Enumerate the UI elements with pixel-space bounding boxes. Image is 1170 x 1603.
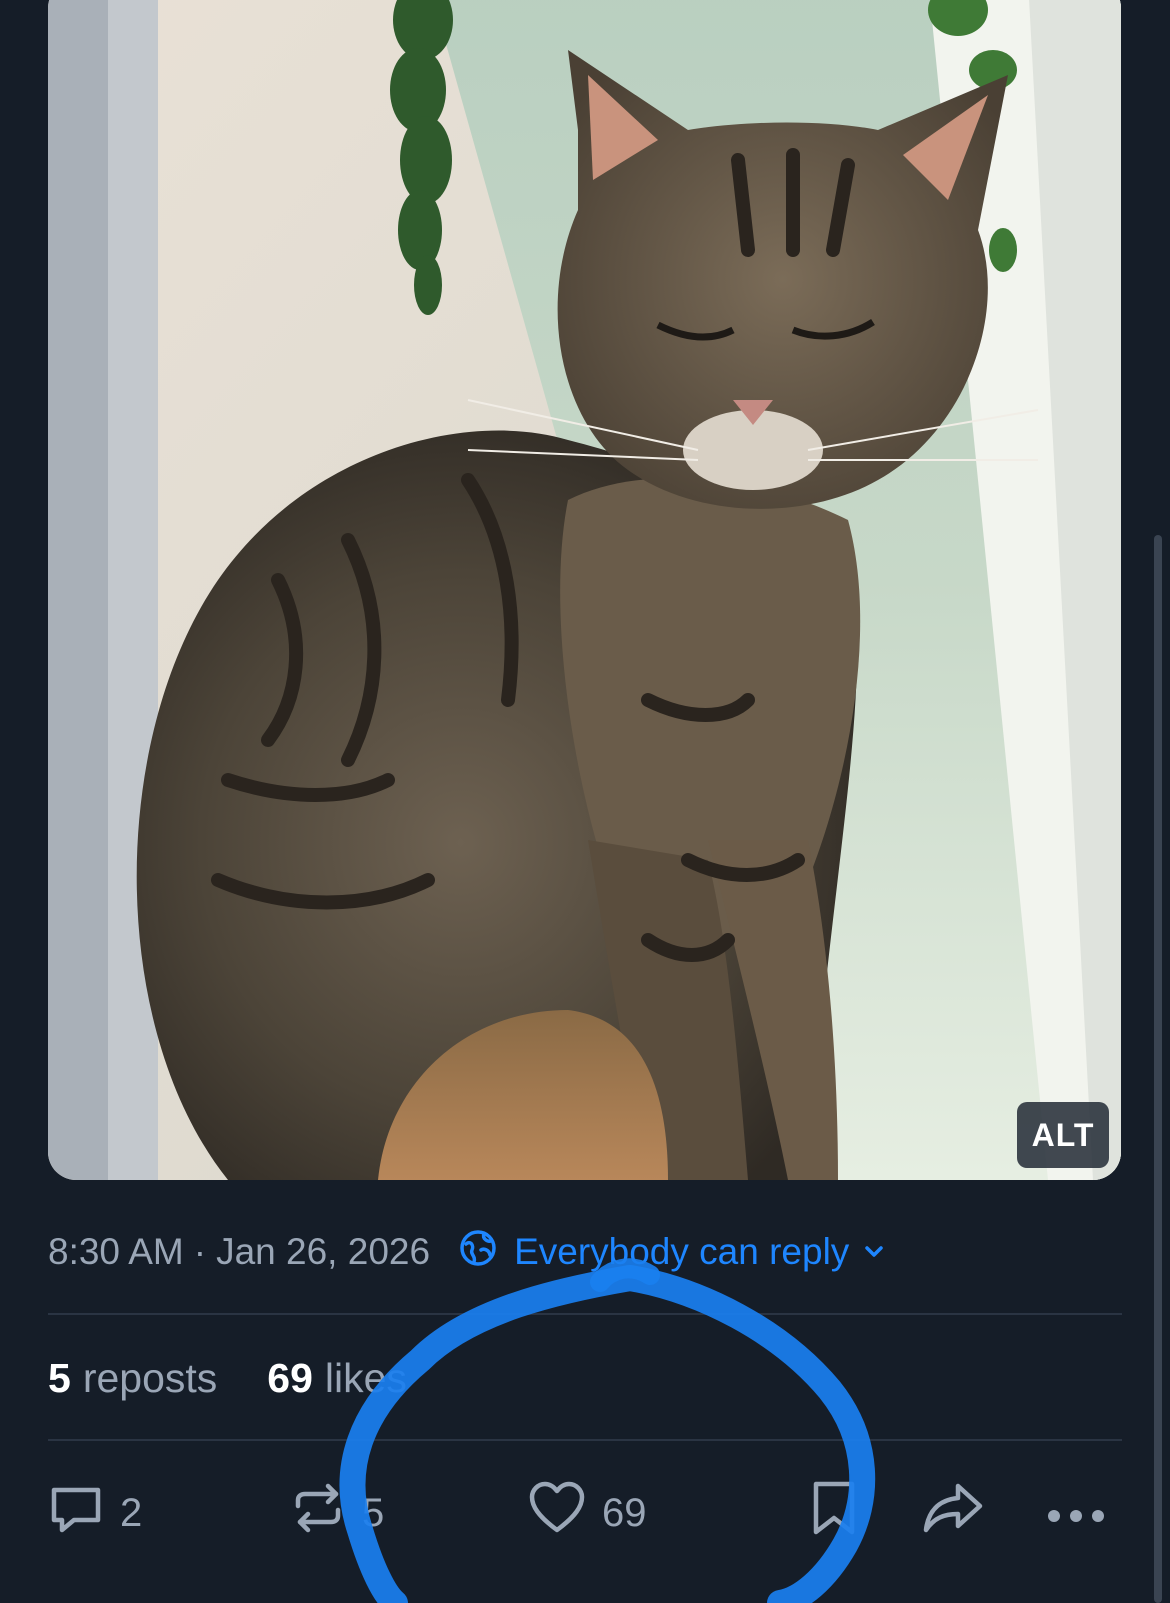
reply-setting-label: Everybody can reply	[514, 1231, 850, 1272]
reply-button[interactable]: 2	[48, 1478, 142, 1548]
reply-setting-button[interactable]: Everybody can reply	[458, 1228, 887, 1277]
likes-count: 69	[267, 1354, 313, 1401]
reposts-count: 5	[48, 1354, 71, 1401]
share-button[interactable]	[922, 1478, 984, 1548]
divider	[48, 1313, 1122, 1315]
like-count: 69	[602, 1490, 647, 1535]
scrollbar[interactable]	[1154, 535, 1162, 1603]
cat-photo	[48, 0, 1121, 1180]
post-timestamp: 8:30 AM	[48, 1231, 184, 1272]
more-options-button[interactable]	[1046, 1478, 1106, 1548]
repost-icon	[290, 1480, 346, 1546]
alt-text-button[interactable]: ALT	[1017, 1102, 1109, 1168]
repost-count: 5	[362, 1490, 385, 1535]
heart-icon	[528, 1480, 586, 1546]
ellipsis-icon	[1046, 1491, 1106, 1536]
reply-count: 2	[120, 1490, 143, 1535]
reposts-count-link[interactable]: 5 reposts	[48, 1355, 217, 1402]
reply-icon	[48, 1480, 104, 1546]
globe-icon	[458, 1228, 498, 1277]
repost-button[interactable]: 5	[290, 1478, 384, 1548]
bookmark-icon	[810, 1480, 858, 1546]
divider	[48, 1439, 1122, 1441]
meta-separator: ·	[193, 1231, 207, 1272]
post-meta: 8:30 AM · Jan 26, 2026 Everybody can rep…	[48, 1227, 887, 1277]
post-date: Jan 26, 2026	[216, 1231, 431, 1272]
likes-count-link[interactable]: 69 likes	[267, 1355, 407, 1402]
post-detail: ALT 8:30 AM · Jan 26, 2026 Everybody can…	[0, 0, 1170, 1603]
bookmark-button[interactable]	[810, 1478, 858, 1548]
post-image[interactable]: ALT	[48, 0, 1121, 1180]
likes-label: likes	[324, 1354, 407, 1401]
share-icon	[922, 1480, 984, 1546]
engagement-counts: 5 reposts 69 likes	[48, 1350, 407, 1406]
reposts-label: reposts	[82, 1354, 218, 1401]
chevron-down-icon	[861, 1231, 887, 1273]
like-button[interactable]: 69	[528, 1478, 647, 1548]
post-actions: 2 5 69	[0, 1478, 1170, 1548]
